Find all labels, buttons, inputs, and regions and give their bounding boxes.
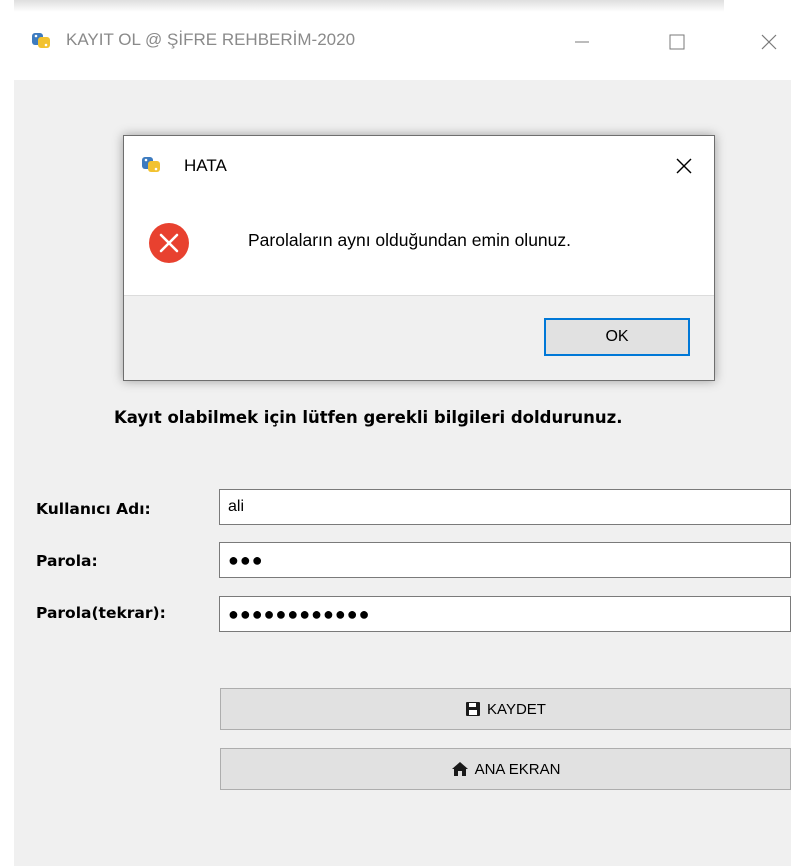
dialog-footer: OK xyxy=(124,295,714,380)
password-input[interactable]: ●●● xyxy=(219,542,791,578)
floppy-disk-icon xyxy=(466,702,481,716)
ok-button[interactable]: OK xyxy=(544,318,690,356)
dialog-message: Parolaların aynı olduğundan emin olunuz. xyxy=(248,230,571,250)
dialog-title: HATA xyxy=(184,156,227,175)
password-label: Parola: xyxy=(36,552,98,570)
save-button[interactable]: KAYDET xyxy=(220,688,791,730)
password-repeat-input[interactable]: ●●●●●●●●●●●● xyxy=(219,596,791,632)
python-app-icon xyxy=(142,157,160,172)
register-window: KAYIT OL @ ŞİFRE REHBERİM-2020 Kayıt ola… xyxy=(14,0,791,866)
username-label: Kullanıcı Adı: xyxy=(36,500,151,518)
close-icon xyxy=(761,34,777,50)
error-icon xyxy=(149,223,189,263)
dialog-close-button[interactable] xyxy=(664,148,704,184)
titlebar-shadow xyxy=(14,0,724,12)
maximize-button[interactable] xyxy=(654,22,700,62)
password-repeat-label: Parola(tekrar): xyxy=(36,604,166,622)
form-heading: Kayıt olabilmek için lütfen gerekli bilg… xyxy=(114,408,623,427)
python-app-icon xyxy=(32,33,50,48)
error-dialog: HATA Parolaların aynı olduğundan emin ol… xyxy=(123,135,715,381)
close-icon xyxy=(676,158,692,174)
home-button[interactable]: ANA EKRAN xyxy=(220,748,791,790)
save-button-label: KAYDET xyxy=(487,700,546,718)
maximize-icon xyxy=(669,34,685,50)
home-icon xyxy=(451,762,468,776)
minimize-button[interactable] xyxy=(559,22,605,62)
window-titlebar[interactable]: KAYIT OL @ ŞİFRE REHBERİM-2020 xyxy=(14,0,791,80)
username-input[interactable]: ali xyxy=(219,489,791,525)
close-button[interactable] xyxy=(746,22,791,62)
home-button-label: ANA EKRAN xyxy=(474,760,561,778)
minimize-icon xyxy=(575,41,589,43)
window-title: KAYIT OL @ ŞİFRE REHBERİM-2020 xyxy=(66,30,356,49)
